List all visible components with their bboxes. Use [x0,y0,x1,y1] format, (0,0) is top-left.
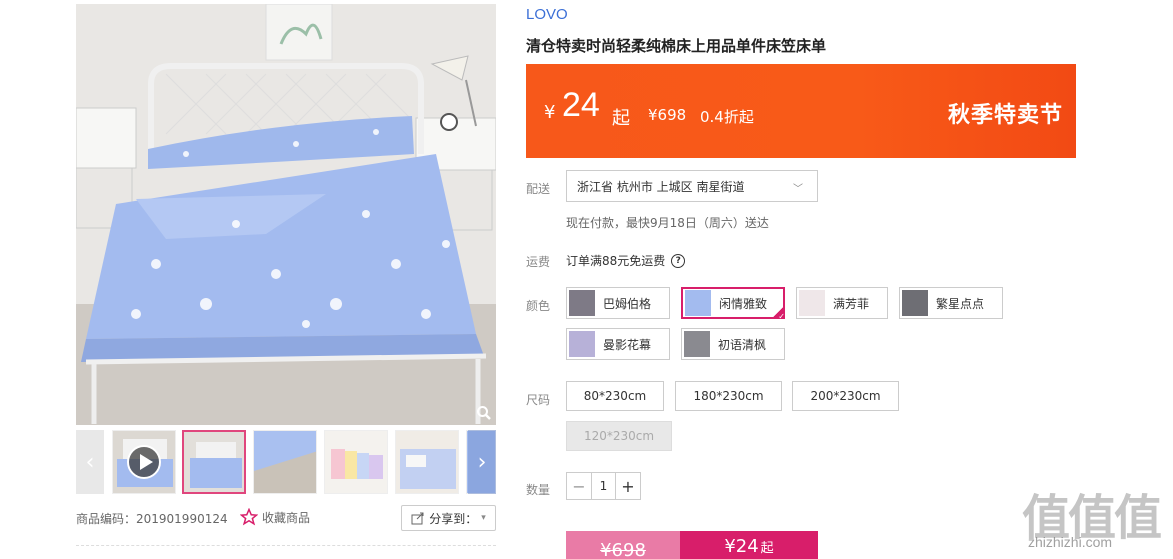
share-icon [411,512,424,525]
thumb-next-button[interactable]: › [468,430,496,494]
color-option-2[interactable]: 闲情雅致 [681,287,785,321]
color-option-label: 繁星点点 [936,296,985,311]
color-swatch [902,290,928,316]
color-option-5[interactable]: 曼影花幕 [566,328,670,360]
color-swatch [684,331,710,357]
share-label: 分享到： [429,511,478,526]
check-icon [771,305,785,321]
color-option-6[interactable]: 初语清枫 [681,328,785,360]
share-button[interactable]: 分享到： ▾ [401,505,496,531]
color-option-label: 曼影花幕 [603,337,652,352]
chevron-down-icon: ﹀ [793,184,803,195]
event-name: 秋季特卖节 [948,103,1064,128]
shipping-text: 订单满88元免运费 [566,254,666,268]
delivery-label: 配送 [526,182,551,196]
current-price: 24 [562,86,600,124]
size-option-4: 120*230cm [566,421,672,451]
color-option-label: 闲情雅致 [719,296,768,311]
price-banner: ¥ 24 起 ¥698 0.4折起 秋季特卖节 [526,64,1076,158]
color-option-3[interactable]: 满芳菲 [796,287,888,319]
color-swatch [799,290,825,316]
gallery-footer: 商品编码：201901990124 收藏商品 分享到： ▾ [76,505,496,531]
original-price: ¥698 [648,106,687,124]
color-swatch [569,331,595,357]
buy-price: ¥24 [724,535,759,557]
price-suffix: 起 [612,108,630,129]
quantity-label: 数量 [526,483,551,497]
color-swatch [685,290,711,316]
quantity-input[interactable]: 1 [591,473,616,499]
color-option-label: 满芳菲 [833,296,870,311]
buy-original-price-button[interactable]: ¥698 [566,531,680,559]
shipping-label: 运费 [526,255,551,269]
quantity-plus-button[interactable]: + [616,473,640,499]
help-icon[interactable]: ? [671,253,686,268]
watermark-url: zhizhizhi.com [1028,534,1113,550]
color-swatch [569,290,595,316]
quantity-minus-button[interactable]: − [567,473,591,499]
thumbnail-image-2[interactable] [253,430,317,494]
thumbnail-video[interactable] [112,430,176,494]
delivery-note: 现在付款，最快9月18日（周六）送达 [566,216,769,230]
divider [76,545,496,546]
product-page: ‹ › 商品编码：201901990124 收藏商品 分享到： ▾ LOVO 清… [0,0,1173,559]
size-label: 尺码 [526,393,551,407]
thumbnail-image-1[interactable] [182,430,246,494]
color-option-4[interactable]: 繁星点点 [899,287,1003,319]
delivery-address-select[interactable]: 浙江省 杭州市 上城区 南星街道 ﹀ [566,170,818,202]
shipping-info: 订单满88元免运费 ? [566,252,686,269]
size-option-3[interactable]: 200*230cm [792,381,899,411]
currency-symbol: ¥ [544,102,556,123]
delivery-address: 浙江省 杭州市 上城区 南星街道 [577,179,745,194]
color-label: 颜色 [526,299,551,313]
favorite-button[interactable]: 收藏商品 [240,508,310,526]
color-option-1[interactable]: 巴姆伯格 [566,287,670,319]
chevron-down-icon: ▾ [481,513,486,523]
size-option-1[interactable]: 80*230cm [566,381,664,411]
quantity-stepper: − 1 + [566,472,641,500]
buy-original-price: ¥698 [600,540,646,559]
favorite-label: 收藏商品 [262,510,311,525]
color-option-label: 巴姆伯格 [603,296,652,311]
main-product-image[interactable] [76,4,496,425]
thumbnail-strip: ‹ › [76,430,496,494]
play-icon[interactable] [127,445,161,479]
buy-price-suffix: 起 [760,540,774,556]
watermark: 值值值 zhizhizhi.com [1022,478,1170,558]
size-option-2[interactable]: 180*230cm [675,381,782,411]
product-title: 清仓特卖时尚轻柔纯棉床上用品单件床笠床单 [526,37,827,55]
thumbnail-image-4[interactable] [395,430,459,494]
chevron-right-icon: › [477,449,487,475]
star-icon [240,508,258,526]
thumbnail-image-3[interactable] [324,430,388,494]
chevron-left-icon: ‹ [85,449,95,475]
brand-link[interactable]: LOVO [526,6,568,23]
zoom-icon[interactable] [476,405,492,421]
color-option-label: 初语清枫 [718,337,767,352]
buy-now-button[interactable]: ¥24 起 [680,531,818,559]
product-code: 商品编码：201901990124 [76,512,228,526]
thumb-prev-button[interactable]: ‹ [76,430,104,494]
discount-text: 0.4折起 [700,108,754,126]
